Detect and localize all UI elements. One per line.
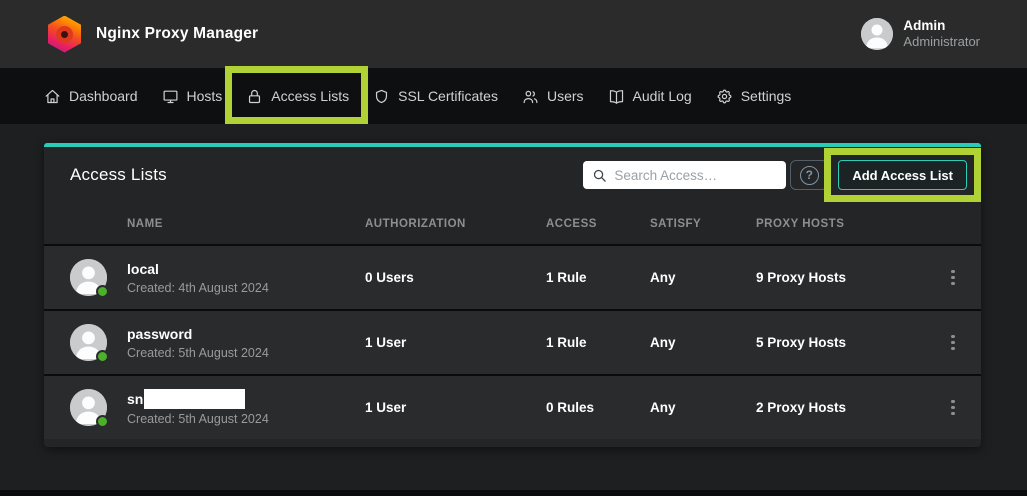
row-avatar <box>70 324 107 361</box>
user-name: Admin <box>903 18 980 34</box>
nav-item-ssl-certificates[interactable]: SSL Certificates <box>361 68 510 124</box>
nav-label: Hosts <box>187 88 223 104</box>
nav-item-dashboard[interactable]: Dashboard <box>44 68 150 124</box>
app-title: Nginx Proxy Manager <box>96 25 258 43</box>
table-row[interactable]: password Created: 5th August 2024 1 User… <box>44 309 981 374</box>
top-header-bar: Nginx Proxy Manager Admin Administrator <box>0 0 1027 68</box>
monitor-icon <box>162 88 179 105</box>
column-header-satisfy: SATISFY <box>650 218 756 230</box>
nav-label: SSL Certificates <box>398 88 498 104</box>
nav-item-settings[interactable]: Settings <box>704 68 804 124</box>
cell-authorization: 0 Users <box>365 270 546 285</box>
cell-authorization: 1 User <box>365 400 546 415</box>
user-avatar <box>861 18 893 50</box>
nav-item-users[interactable]: Users <box>510 68 596 124</box>
cell-authorization: 1 User <box>365 335 546 350</box>
access-list-name: password <box>127 326 269 343</box>
user-role: Administrator <box>903 34 980 50</box>
table-header-row: NAME AUTHORIZATION ACCESS SATISFY PROXY … <box>44 203 981 244</box>
nav-label: Settings <box>741 88 792 104</box>
cell-satisfy: Any <box>650 335 756 350</box>
column-header-name: NAME <box>44 218 365 230</box>
help-icon: ? <box>800 166 819 185</box>
shield-icon <box>373 88 390 105</box>
user-menu[interactable]: Admin Administrator <box>861 18 980 50</box>
status-dot-icon <box>96 285 109 298</box>
cell-access: 0 Rules <box>546 400 650 415</box>
access-list-name: local <box>127 261 269 278</box>
cell-satisfy: Any <box>650 270 756 285</box>
panel-header: Access Lists ? Add Access List <box>44 147 981 203</box>
nav-label: Access Lists <box>271 88 349 104</box>
main-nav: Dashboard Hosts Access Lists SSL Certifi… <box>0 68 1027 124</box>
row-menu-kebab-icon[interactable] <box>945 329 961 357</box>
cell-access: 1 Rule <box>546 270 650 285</box>
search-input[interactable] <box>583 161 786 189</box>
status-dot-icon <box>96 350 109 363</box>
nav-item-access-lists[interactable]: Access Lists <box>234 68 361 124</box>
access-list-created: Created: 5th August 2024 <box>127 412 269 426</box>
cell-proxy-hosts: 5 Proxy Hosts <box>756 335 925 350</box>
table-row[interactable]: sn Created: 5th August 2024 1 User 0 Rul… <box>44 374 981 439</box>
cell-access: 1 Rule <box>546 335 650 350</box>
table-row[interactable]: local Created: 4th August 2024 0 Users 1… <box>44 244 981 309</box>
cell-proxy-hosts: 9 Proxy Hosts <box>756 270 925 285</box>
access-list-created: Created: 4th August 2024 <box>127 281 269 295</box>
row-avatar <box>70 389 107 426</box>
npm-logo-icon <box>48 16 81 53</box>
nav-label: Dashboard <box>69 88 138 104</box>
lock-icon <box>246 88 263 105</box>
bottom-edge <box>0 490 1027 496</box>
book-icon <box>608 88 625 105</box>
nav-label: Audit Log <box>633 88 692 104</box>
cell-satisfy: Any <box>650 400 756 415</box>
redaction-box <box>144 389 245 409</box>
home-icon <box>44 88 61 105</box>
gear-icon <box>716 88 733 105</box>
column-header-access: ACCESS <box>546 218 650 230</box>
column-header-proxy-hosts: PROXY HOSTS <box>756 218 925 230</box>
search-icon <box>592 168 607 183</box>
panel-title: Access Lists <box>70 165 167 185</box>
nav-item-hosts[interactable]: Hosts <box>150 68 235 124</box>
users-icon <box>522 88 539 105</box>
status-dot-icon <box>96 415 109 428</box>
column-header-authorization: AUTHORIZATION <box>365 218 546 230</box>
search-box <box>583 161 786 189</box>
row-menu-kebab-icon[interactable] <box>945 264 961 292</box>
access-list-name: sn <box>127 389 269 409</box>
help-button[interactable]: ? <box>790 160 828 190</box>
nav-item-audit-log[interactable]: Audit Log <box>596 68 704 124</box>
access-list-created: Created: 5th August 2024 <box>127 346 269 360</box>
row-menu-kebab-icon[interactable] <box>945 394 961 422</box>
nav-label: Users <box>547 88 584 104</box>
add-access-list-button[interactable]: Add Access List <box>838 160 967 190</box>
cell-proxy-hosts: 2 Proxy Hosts <box>756 400 925 415</box>
row-avatar <box>70 259 107 296</box>
access-lists-panel: Access Lists ? Add Access List NAME AUTH… <box>44 143 981 447</box>
